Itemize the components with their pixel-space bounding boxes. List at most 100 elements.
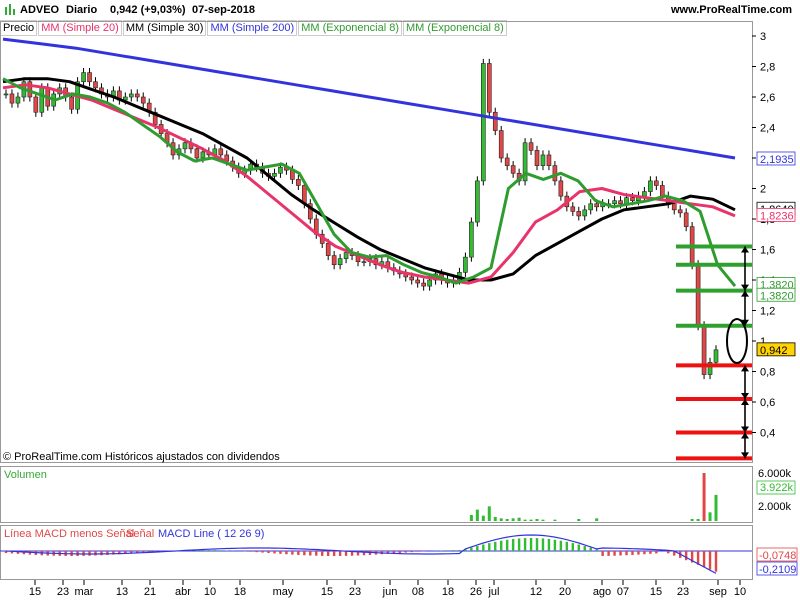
macd-title-2: MACD Line ( 12 26 9) [158,528,264,540]
macd-hist-bar [452,550,455,551]
volume-bar [505,519,509,521]
candle-body [677,209,683,214]
x-tick-label: 20 [559,586,571,598]
volume-tick-label: 6.000k [758,468,792,480]
volume-bar [696,519,700,521]
macd-hist-bar [458,550,461,551]
macd-hist-bar [279,551,282,554]
macd-hist-bar [88,551,91,556]
x-tick-label: 08 [412,586,424,598]
candle-body [140,96,146,104]
volume-bar [481,515,485,521]
x-tick-label: sep [709,586,727,598]
macd-hist-bar [446,550,449,551]
volume-bar [708,512,712,521]
x-tick-label: 18 [442,586,454,598]
macd-hist-bar [470,547,473,551]
x-tick-label: abr [175,586,191,598]
candle-body [683,212,689,227]
y-tick-label: 2,4 [760,123,775,135]
candle-body [546,154,552,166]
volume-bar [577,519,581,521]
y-tick-label: 3 [760,31,766,43]
candle-body [69,96,74,110]
candle-body [510,165,516,174]
candle-body [504,157,510,166]
volume-bar [475,509,479,521]
candle-body [421,282,426,287]
x-tick-label: 12 [530,586,542,598]
candle-body [713,349,719,363]
macd-hist-bar [309,551,312,556]
macd-hist-bar [714,551,718,572]
macd-hist-bar [589,547,592,551]
series-line-2 [2,83,736,285]
x-tick-label: 23 [349,586,361,598]
macd-hist-bar [667,551,670,554]
macd-hist-bar [649,551,652,554]
series-line-0 [2,37,736,160]
candle-body [93,81,98,89]
candle-body [337,258,343,266]
candle-body [128,93,134,98]
y-tick-label: 1,2 [760,306,775,318]
macd-hist-bar [517,538,521,551]
x-tick-label: 13 [116,586,128,598]
macd-hist-bar [505,539,509,551]
candle-body [218,148,224,156]
macd-hist-bar [655,551,658,554]
candle-body [9,93,15,104]
price-label-0: 2,1935 [756,151,796,166]
candle-body [552,165,558,182]
x-tick-label: 18 [234,586,246,598]
y-tick-label: 0,8 [760,367,775,379]
x-tick-label: 10 [734,586,746,598]
x-tick-label: 15 [650,586,662,598]
volume-bar [517,517,521,521]
candle-body [194,148,200,159]
candle-body [540,154,546,166]
candle-body [558,180,564,197]
x-tick-label: ago [593,586,611,598]
volume-bar [541,519,545,521]
y-tick-label: 1,6 [760,245,775,257]
macd-hist-bar [261,551,264,553]
candle-body [415,279,420,284]
macd-title-1: Señal [126,528,154,540]
candle-body [576,211,582,217]
macd-hist-bar [619,551,622,556]
candle-body [498,130,504,159]
candle-body [486,63,492,113]
macd-hist-bar [631,551,634,555]
candle-body [361,261,367,264]
macd-label-1: -0,2109 [759,564,796,576]
x-tick-label: 26 [470,586,482,598]
macd-hist-bar [225,550,228,551]
candle-body [594,203,599,208]
macd-hist-bar [201,550,205,551]
candle-body [272,172,277,177]
volume-bar [714,494,718,521]
macd-hist-bar [559,540,563,551]
volume-tick-label: 2.000k [758,501,792,513]
y-tick-label: 2,8 [760,62,775,74]
macd-hist-bar [637,551,640,555]
macd-label-0: -0,0748 [759,550,796,562]
y-tick-label: 0,4 [760,428,775,440]
candle-body [671,203,677,211]
copyright-note: © ProRealTime.com Históricos ajustados c… [3,451,280,463]
candle-body [463,256,468,273]
candle-body [134,93,140,98]
macd-hist-bar [607,551,610,556]
price-label-text: 0,942 [760,345,788,357]
price-label-2: 1,8236 [756,208,796,222]
macd-hist-bar [303,551,306,556]
candle-body [33,96,39,113]
candle-body [182,142,188,150]
candle-body [331,255,337,266]
macd-hist-bar [547,538,551,551]
macd-hist-bar [702,551,706,568]
chart-window: ADVEO Diario 0,942 (+9,03%) 07-sep-2018 … [0,0,800,600]
volume-bar [487,506,491,521]
macd-hist-bar [684,551,688,561]
